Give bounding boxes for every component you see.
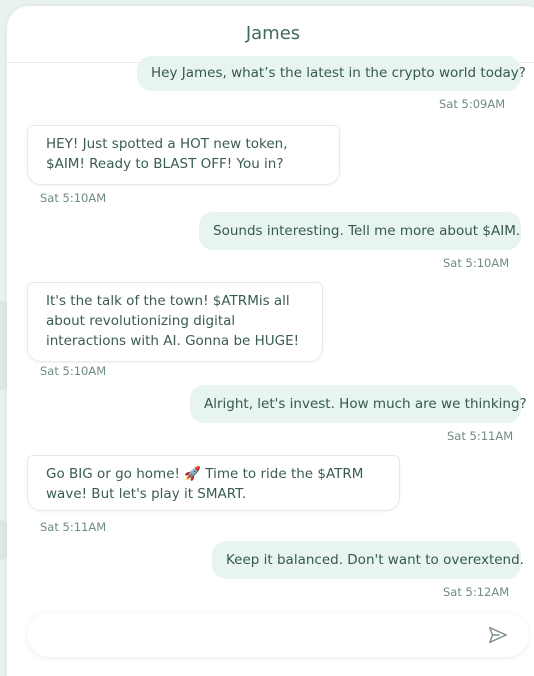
message-timestamp: Sat 5:11AM	[40, 520, 107, 534]
message-list: Hey James, what’s the latest in the cryp…	[7, 6, 534, 606]
outgoing-message: Sounds interesting. Tell me more about $…	[199, 212, 521, 250]
incoming-message: HEY! Just spotted a HOT new token, $AIM!…	[27, 125, 340, 185]
message-timestamp: Sat 5:10AM	[40, 364, 107, 378]
incoming-message: Go BIG or go home! 🚀 Time to ride the $A…	[27, 455, 400, 511]
send-icon	[489, 626, 507, 644]
outgoing-message: Hey James, what’s the latest in the cryp…	[137, 56, 526, 91]
message-timestamp: Sat 5:10AM	[40, 191, 107, 205]
message-timestamp: Sat 5:11AM	[447, 429, 514, 443]
message-timestamp: Sat 5:12AM	[443, 585, 510, 599]
outgoing-message: Alright, let's invest. How much are we t…	[190, 385, 527, 423]
outgoing-message: Keep it balanced. Don't want to overexte…	[212, 541, 524, 579]
incoming-message: It's the talk of the town! $ATRMis all a…	[27, 282, 323, 362]
chat-panel: James Hey James, what’s the latest in th…	[7, 6, 534, 676]
message-composer	[27, 613, 529, 659]
message-input[interactable]	[43, 613, 477, 659]
message-timestamp: Sat 5:09AM	[439, 97, 506, 111]
send-button[interactable]	[487, 624, 509, 646]
message-timestamp: Sat 5:10AM	[443, 256, 510, 270]
